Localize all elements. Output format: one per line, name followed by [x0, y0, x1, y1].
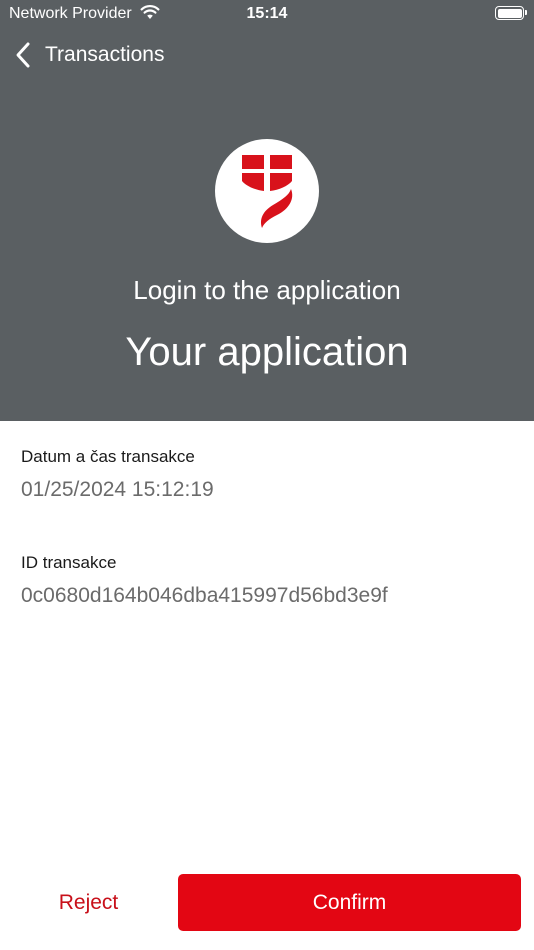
transaction-id-value: 0c0680d164b046dba415997d56bd3e9f	[21, 584, 388, 607]
transaction-datetime-label: Datum a čas transakce	[21, 447, 195, 466]
page-subtitle: Login to the application	[133, 275, 401, 305]
status-time: 15:14	[246, 5, 288, 22]
back-button-label: Transactions	[45, 43, 165, 66]
bank-logo	[215, 139, 319, 243]
transaction-datetime-value: 01/25/2024 15:12:19	[21, 478, 214, 501]
bank-logo-icon	[242, 155, 293, 228]
transaction-confirmation-screen: Network Provider 15:14 Transactions Logi…	[0, 0, 534, 950]
transaction-id-label: ID transakce	[21, 553, 117, 572]
page-title: Your application	[125, 330, 409, 374]
header-panel: Network Provider 15:14 Transactions Logi…	[0, 0, 534, 421]
back-button[interactable]: Transactions	[14, 38, 164, 72]
battery-icon	[495, 6, 527, 20]
status-bar: Network Provider 15:14	[0, 0, 534, 28]
reject-button[interactable]: Reject	[20, 874, 157, 931]
confirm-button[interactable]: Confirm	[178, 874, 521, 931]
chevron-left-icon	[16, 42, 30, 68]
